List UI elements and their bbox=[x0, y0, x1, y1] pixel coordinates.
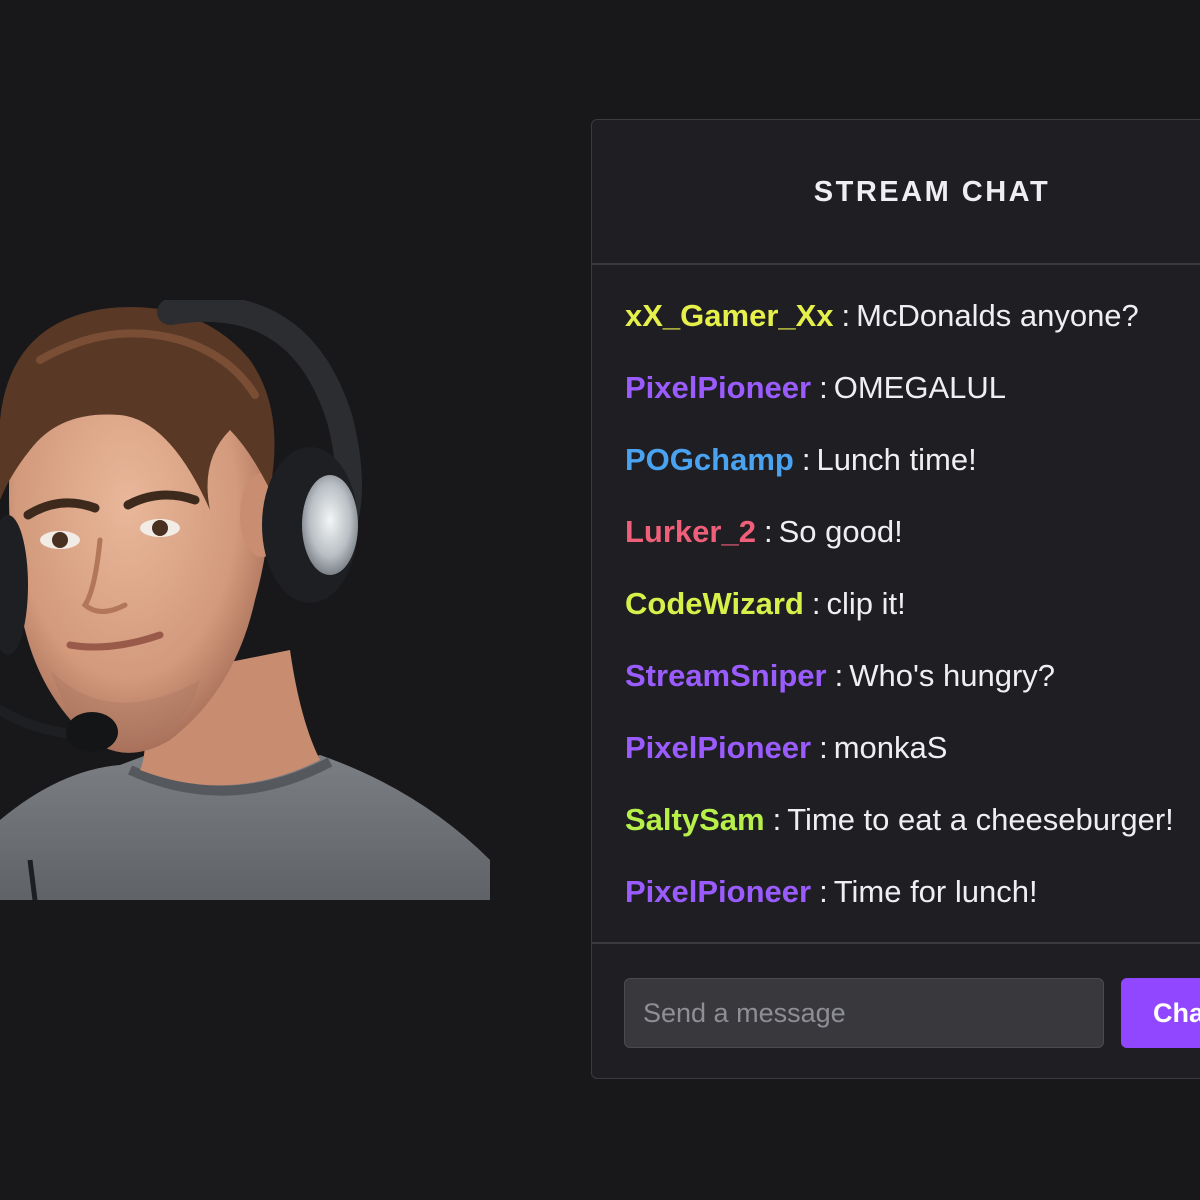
chat-message: CodeWizard: clip it! bbox=[625, 586, 906, 621]
chat-message-text: Time to eat a cheeseburger! bbox=[787, 802, 1174, 837]
chat-message-text: Who's hungry? bbox=[849, 658, 1056, 693]
chat-username[interactable]: PixelPioneer bbox=[625, 730, 811, 765]
chat-message: POGchamp: Lunch time! bbox=[625, 442, 977, 477]
chat-message-text: Lunch time! bbox=[816, 442, 977, 477]
chat-username[interactable]: StreamSniper bbox=[625, 658, 827, 693]
streamer-webcam bbox=[0, 300, 490, 900]
chat-username[interactable]: CodeWizard bbox=[625, 586, 804, 621]
chat-message-text: clip it! bbox=[826, 586, 906, 621]
stream-page: STREAM CHAT xX_Gamer_Xx: McDonalds anyone… bbox=[0, 0, 1200, 1200]
chat-message-text: OMEGALUL bbox=[833, 370, 1006, 405]
chat-message-text: Time for lunch! bbox=[833, 874, 1038, 909]
chat-message: Lurker_2: So good! bbox=[625, 514, 903, 549]
chat-message-text: monkaS bbox=[833, 730, 948, 765]
chat-message-text: So good! bbox=[778, 514, 903, 549]
chat-username[interactable]: PixelPioneer bbox=[625, 874, 811, 909]
chat-message: PixelPioneer: monkaS bbox=[625, 730, 948, 765]
stream-chat-panel: STREAM CHAT xX_Gamer_Xx: McDonalds anyone… bbox=[591, 119, 1200, 1079]
chat-title: STREAM CHAT bbox=[813, 176, 1051, 208]
chat-message-input[interactable] bbox=[624, 978, 1104, 1048]
chat-username[interactable]: SaltySam bbox=[625, 802, 765, 837]
chat-username[interactable]: POGchamp bbox=[625, 442, 794, 477]
chat-header: STREAM CHAT bbox=[592, 120, 1200, 265]
chat-message: SaltySam: Time to eat a cheeseburger! bbox=[625, 802, 1174, 837]
chat-username[interactable]: PixelPioneer bbox=[625, 370, 811, 405]
chat-message: xX_Gamer_Xx: McDonalds anyone? bbox=[625, 298, 1139, 333]
chat-message: PixelPioneer: OMEGALUL bbox=[625, 370, 1006, 405]
chat-username[interactable]: xX_Gamer_Xx bbox=[625, 298, 834, 333]
chat-send-button[interactable]: Chat bbox=[1121, 978, 1200, 1048]
chat-message-list: xX_Gamer_Xx: McDonalds anyone? PixelPione… bbox=[592, 266, 1200, 944]
chat-message-text: McDonalds anyone? bbox=[856, 298, 1139, 333]
chat-message: PixelPioneer: Time for lunch! bbox=[625, 874, 1038, 909]
chat-message: StreamSniper: Who's hungry? bbox=[625, 658, 1056, 693]
chat-username[interactable]: Lurker_2 bbox=[625, 514, 756, 549]
